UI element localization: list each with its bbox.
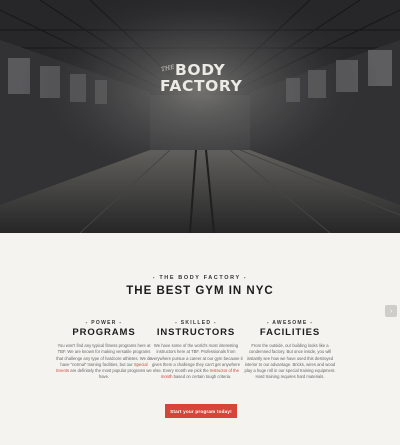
feature-kicker: - AWESOME - <box>266 320 314 326</box>
chevron-right-icon[interactable]: › <box>385 305 397 317</box>
brand-logo[interactable]: THE BODY FACTORY <box>160 62 244 94</box>
feature-text-part: are definitely the most popular programs… <box>69 368 152 380</box>
start-program-button[interactable]: Start your program today! <box>165 404 237 418</box>
feature-kicker: - POWER - <box>85 320 123 326</box>
feature-text: You won't find any typical fitness progr… <box>56 343 152 381</box>
hero-banner: THE BODY FACTORY <box>0 0 400 233</box>
section-eyebrow: - THE BODY FACTORY - <box>152 275 248 281</box>
feature-text: We have some of the world's most interes… <box>148 343 244 381</box>
feature-heading: FACILITIES <box>259 327 321 338</box>
feature-instructors: - SKILLED - INSTRUCTORS We have some of … <box>148 320 244 381</box>
feature-facilities: - AWESOME - FACILITIES From the outside,… <box>242 320 338 381</box>
logo-line-factory: FACTORY <box>160 77 243 95</box>
feature-programs: - POWER - PROGRAMS You won't find any ty… <box>56 320 152 381</box>
feature-heading: PROGRAMS <box>72 327 136 338</box>
feature-text-part: From the outside, our building looks lik… <box>244 343 336 380</box>
feature-kicker: - SKILLED - <box>175 320 217 326</box>
page-title: THE BEST GYM IN NYC <box>126 285 274 297</box>
feature-heading: INSTRUCTORS <box>156 327 236 338</box>
factory-hall-image <box>0 0 400 233</box>
feature-text: From the outside, our building looks lik… <box>242 343 338 381</box>
feature-text-part: based on certain tough criteria. <box>172 374 232 380</box>
intro-section: - THE BODY FACTORY - THE BEST GYM IN NYC <box>0 275 400 297</box>
